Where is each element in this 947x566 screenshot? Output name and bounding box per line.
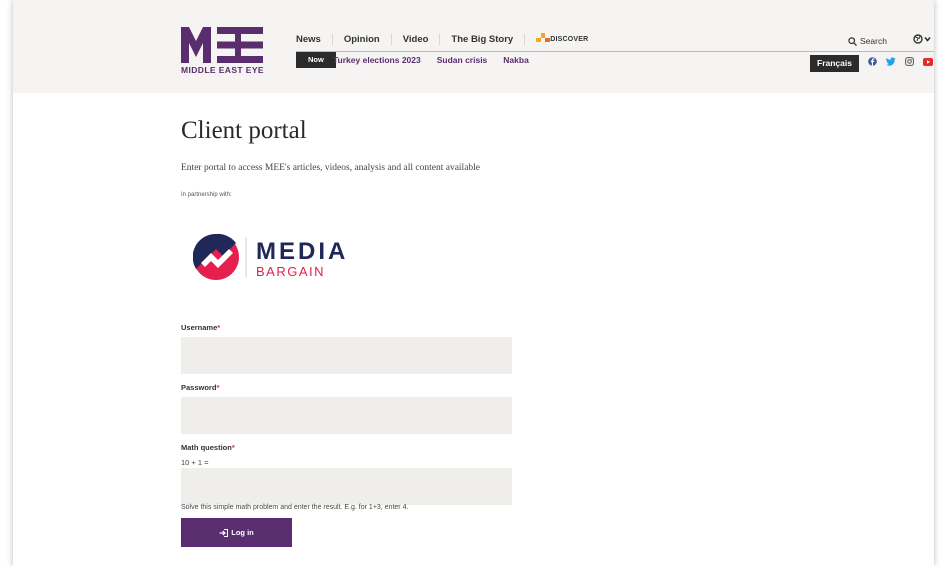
chevron-down-icon [924,36,931,42]
mee-logo-mark [181,27,263,63]
math-question: 10 + 1 = [181,458,209,467]
trending-item-turkey-elections[interactable]: Turkey elections 2023 [333,55,421,65]
search-button[interactable]: Search [848,36,887,46]
mee-logo[interactable]: MIDDLE EAST EYE [181,27,281,87]
media-bargain-mark: MEDIA BARGAIN [192,233,348,280]
required-mark: * [216,383,220,392]
edition-selector[interactable] [913,34,933,46]
site-header: MIDDLE EAST EYE News Opinion Video The B… [13,0,934,93]
partner-name-line1: MEDIA [256,238,348,265]
globe-icon [913,34,931,44]
nav-item-discover[interactable]: DISCOVER [525,33,599,45]
login-label: Log in [231,528,254,537]
discover-icon [536,33,551,42]
login-icon [219,528,229,537]
page-subtitle: Enter portal to access MEE's articles, v… [181,163,481,173]
search-label: Search [860,36,887,46]
math-help-text: Solve this simple math problem and enter… [181,504,409,511]
main-nav: News Opinion Video The Big Story DISCOVE… [285,33,599,45]
nav-item-opinion[interactable]: Opinion [333,33,392,45]
trending-item-sudan-crisis[interactable]: Sudan crisis [437,55,488,65]
discover-label: DISCOVER [550,36,589,43]
instagram-icon[interactable] [905,57,914,66]
partnership-note: In partnership with: [181,192,232,198]
nav-item-big-story[interactable]: The Big Story [440,33,526,45]
nav-item-video[interactable]: Video [392,33,441,45]
trending-nav: Turkey elections 2023 Sudan crisis Nakba [333,55,529,65]
trending-item-nakba[interactable]: Nakba [503,55,529,65]
youtube-icon[interactable] [923,57,933,66]
nav-divider [296,51,934,52]
math-label-text: Math question [181,443,232,452]
social-links [868,57,933,66]
language-button[interactable]: Français [810,55,859,72]
username-label-text: Username [181,323,218,332]
username-label: Username* [181,323,220,332]
password-input[interactable] [181,397,512,434]
facebook-icon[interactable] [868,57,877,66]
search-icon [848,36,857,46]
password-label-text: Password [181,383,217,392]
partner-name-line2: BARGAIN [256,264,325,279]
nav-item-news[interactable]: News [285,33,333,45]
required-mark: * [231,443,235,452]
logo-text: MIDDLE EAST EYE [181,65,264,75]
username-input[interactable] [181,337,512,374]
twitter-icon[interactable] [886,57,896,66]
password-label: Password* [181,383,219,392]
browser-page: MIDDLE EAST EYE News Opinion Video The B… [13,0,934,566]
math-question-label: Math question* [181,443,235,452]
media-bargain-logo: MEDIA BARGAIN [192,231,363,288]
login-button[interactable]: Log in [181,518,292,547]
page-title: Client portal [181,117,307,144]
required-mark: * [217,323,221,332]
now-badge: Now [296,52,336,68]
math-answer-input[interactable] [181,468,512,505]
